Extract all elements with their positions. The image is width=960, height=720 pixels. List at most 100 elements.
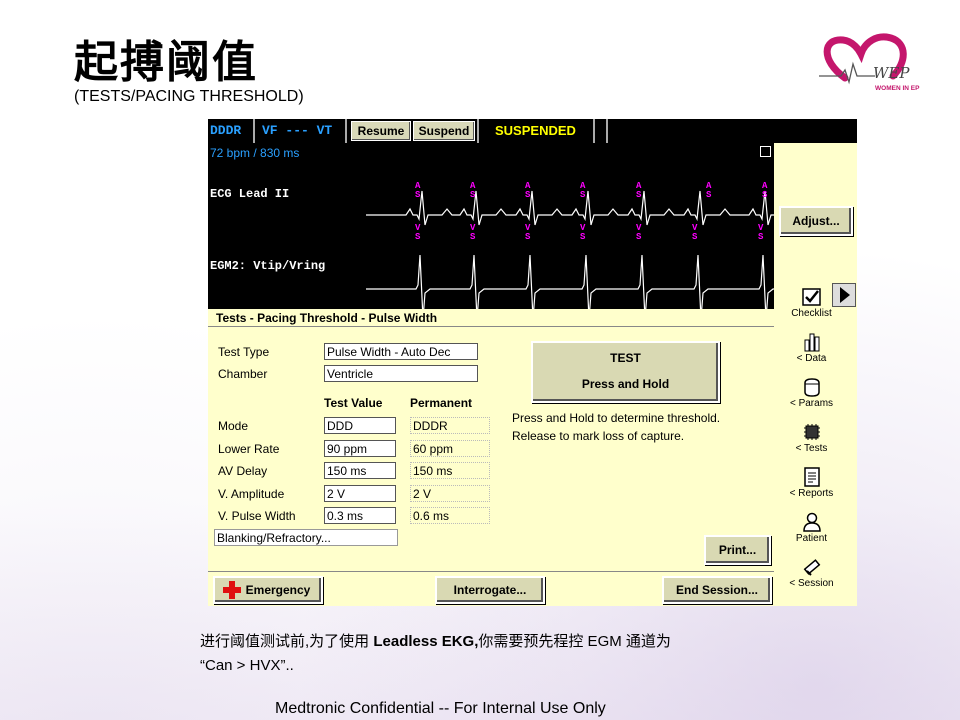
emergency-cross-icon — [223, 581, 241, 599]
interrogate-button[interactable]: Interrogate... — [435, 576, 545, 604]
sidebar-item-patient[interactable]: Patient — [770, 512, 853, 544]
end-session-button[interactable]: End Session... — [662, 576, 772, 604]
pacing-marker: S — [415, 190, 421, 200]
ecg-display: 72 bpm / 830 ms ECG Lead II EGM2: Vtip/V… — [208, 143, 774, 309]
divider — [253, 119, 255, 143]
pacing-marker: S — [706, 190, 712, 200]
pacing-marker: S — [636, 190, 642, 200]
print-button[interactable]: Print... — [704, 535, 771, 565]
pacing-marker: S — [415, 232, 421, 242]
sidebar-item-label: Checklist — [791, 308, 832, 319]
param-label: Mode — [218, 419, 249, 433]
instruction-text: Press and Hold to determine threshold. R… — [512, 409, 720, 445]
bar-chart-icon — [804, 333, 819, 352]
sidebar-item-params[interactable]: < Params — [770, 377, 853, 409]
adjust-button[interactable]: Adjust... — [779, 206, 853, 236]
sidebar-item-checklist[interactable]: Checklist — [770, 287, 853, 319]
sidebar-item-label: < Session — [789, 578, 834, 589]
param-test-value[interactable]: 2 V — [324, 484, 396, 502]
ecg-waveforms: VSVSVSVSVSVSVSASASASASASASAS — [366, 181, 774, 309]
sidebar: Adjust... Checklist < Data < Params < Te… — [774, 143, 857, 606]
slide-title: 起搏阈值 — [74, 37, 258, 88]
divider — [593, 119, 595, 143]
chamber-field[interactable]: Ventricle — [324, 365, 478, 382]
pacing-marker: S — [762, 190, 768, 200]
status-text: SUSPENDED — [495, 123, 576, 138]
param-test-value[interactable]: 90 ppm — [324, 439, 396, 457]
blanking-refractory-button[interactable]: Blanking/Refractory... — [214, 529, 398, 546]
sidebar-item-session[interactable]: < Session — [770, 557, 853, 589]
svg-text:WEP: WEP — [873, 64, 910, 82]
pacing-marker: S — [758, 232, 764, 242]
sidebar-item-tests[interactable]: < Tests — [770, 422, 853, 454]
mode-indicator: DDDR — [210, 123, 242, 138]
param-permanent-value: DDDR — [410, 417, 490, 434]
test-type-label: Test Type — [218, 345, 270, 359]
param-label: V. Pulse Width — [218, 509, 296, 523]
panel-title: Tests - Pacing Threshold - Pulse Width — [208, 309, 774, 327]
param-permanent-value: 0.6 ms — [410, 507, 490, 524]
freeze-toggle[interactable] — [760, 146, 771, 157]
women-in-ep-logo: WEP WOMEN IN EP — [819, 33, 920, 92]
param-test-value[interactable]: 150 ms — [324, 462, 396, 479]
param-label: Lower Rate — [218, 441, 280, 456]
slide-subtitle: (TESTS/PACING THRESHOLD) — [74, 88, 304, 105]
programmer-screen: DDDR VF --- VT Resume Suspend SUSPENDED … — [208, 119, 857, 606]
logo-text: WOMEN IN EP — [875, 85, 920, 92]
divider — [606, 119, 608, 143]
param-permanent-value: 150 ms — [410, 462, 490, 479]
sidebar-item-label: < Tests — [795, 443, 828, 454]
zone-indicator: VF --- VT — [262, 123, 333, 138]
pacing-marker: S — [525, 190, 531, 200]
slide-caption: 进行阈值测试前,为了使用 Leadless EKG,你需要预先程控 EGM 通道… — [200, 630, 671, 678]
param-permanent-value: 2 V — [410, 484, 490, 502]
pacing-marker: S — [580, 232, 586, 242]
param-label: AV Delay — [218, 464, 268, 478]
caption-text: “Can > HVX”.. — [200, 657, 294, 674]
resume-button[interactable]: Resume — [351, 121, 411, 141]
test-type-field[interactable]: Pulse Width - Auto Dec — [324, 343, 478, 360]
test-button-title: TEST — [610, 351, 641, 365]
param-test-value[interactable]: 0.3 ms — [324, 507, 396, 524]
caption-bold: Leadless EKG, — [373, 633, 479, 650]
chip-icon — [803, 424, 820, 440]
test-value-header: Test Value — [324, 396, 383, 410]
param-permanent-value: 60 ppm — [410, 439, 490, 457]
wand-icon — [803, 559, 820, 576]
ecg-trace — [366, 190, 774, 226]
permanent-header: Permanent — [410, 396, 473, 410]
chamber-label: Chamber — [218, 367, 268, 381]
report-icon — [803, 467, 820, 487]
emergency-button[interactable]: Emergency — [213, 576, 323, 604]
sidebar-item-reports[interactable]: < Reports — [770, 467, 853, 499]
confidential-footer: Medtronic Confidential -- For Internal U… — [275, 700, 606, 717]
sidebar-item-label: < Reports — [789, 488, 834, 499]
sidebar-item-label: < Data — [796, 353, 827, 364]
caption-text: 进行阈值测试前,为了使用 — [200, 633, 374, 650]
egm-trace — [366, 254, 774, 309]
sidebar-item-data[interactable]: < Data — [770, 332, 853, 364]
sidebar-item-label: Patient — [795, 533, 828, 544]
sidebar-item-label: < Params — [789, 398, 834, 409]
patient-icon — [802, 512, 821, 532]
caption-text: 你需要预先程控 EGM 通道为 — [478, 633, 671, 650]
divider — [208, 571, 774, 572]
checklist-icon — [801, 288, 821, 306]
pacing-marker: S — [636, 232, 642, 242]
emergency-label: Emergency — [245, 583, 311, 597]
device-icon — [803, 378, 820, 397]
test-button-subtitle: Press and Hold — [581, 377, 670, 391]
pacing-marker: S — [470, 232, 476, 242]
pacing-marker: S — [692, 232, 698, 242]
param-test-value[interactable]: DDD — [324, 417, 396, 434]
param-label: V. Amplitude — [218, 486, 285, 501]
test-button[interactable]: TEST Press and Hold — [531, 341, 720, 403]
instruction-line: Release to mark loss of capture. — [512, 429, 685, 443]
status-bar: DDDR VF --- VT Resume Suspend SUSPENDED — [208, 119, 857, 143]
instruction-line: Press and Hold to determine threshold. — [512, 411, 721, 425]
suspend-button[interactable]: Suspend — [413, 121, 475, 141]
pacing-marker: S — [580, 190, 586, 200]
divider — [345, 119, 347, 143]
pacing-marker: S — [470, 190, 476, 200]
divider — [477, 119, 479, 143]
